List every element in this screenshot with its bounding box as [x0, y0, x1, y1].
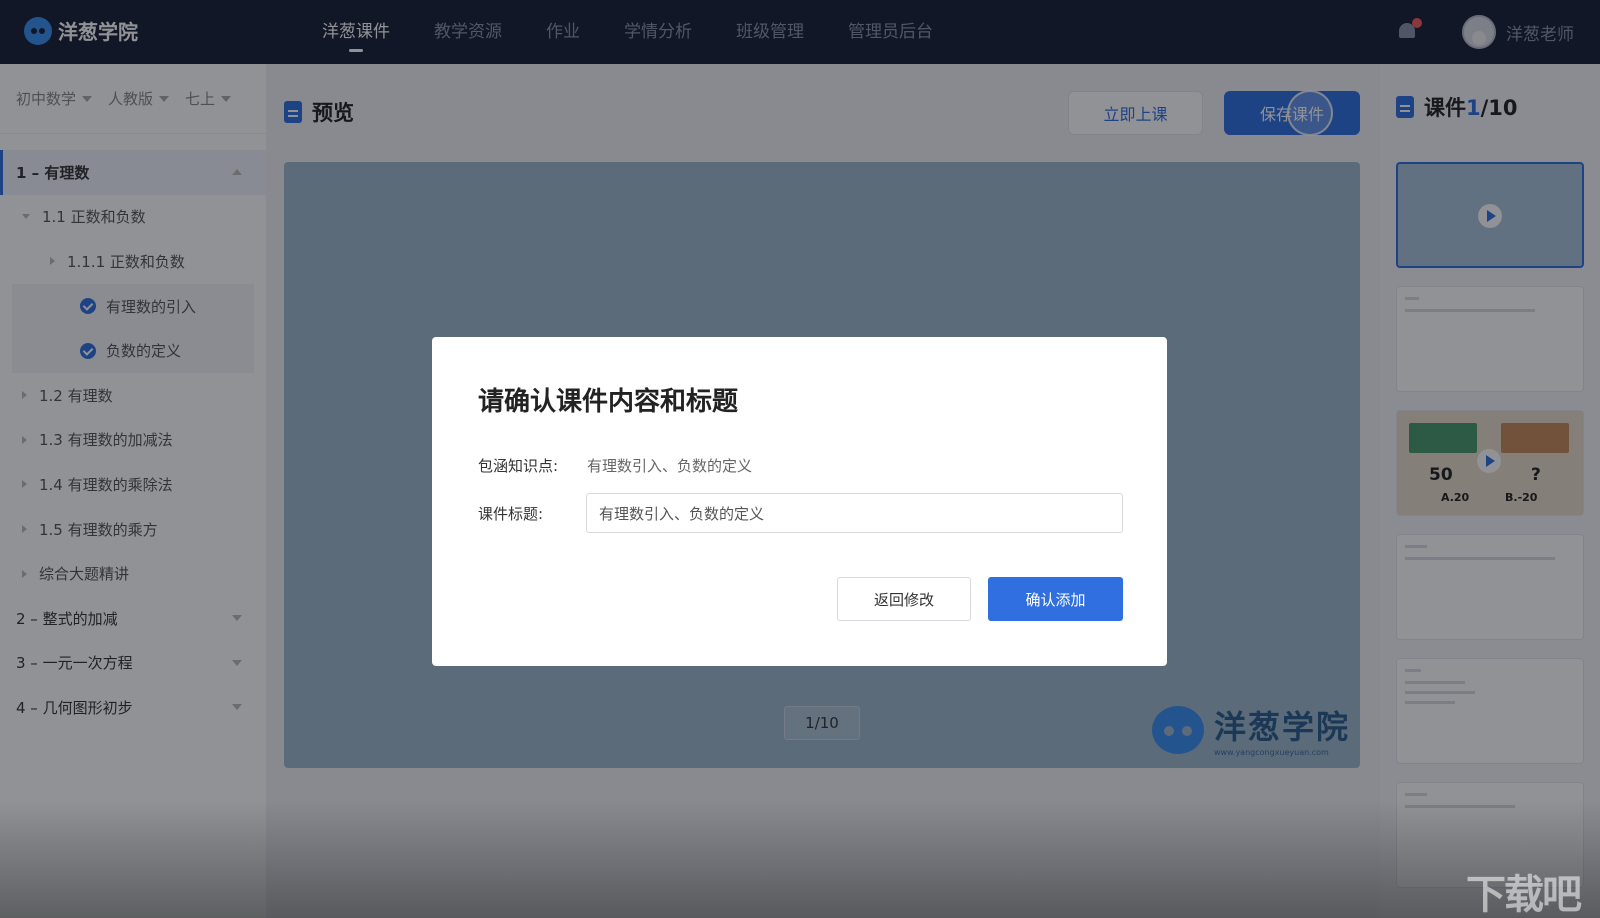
knowledge-points-value: 有理数引入、负数的定义	[587, 457, 753, 475]
dialog-title: 请确认课件内容和标题	[478, 387, 739, 417]
back-to-edit-button[interactable]: 返回修改	[837, 577, 971, 621]
confirm-add-button[interactable]: 确认添加	[988, 577, 1123, 621]
site-watermark: 下载吧	[1466, 872, 1582, 918]
courseware-title-label: 课件标题:	[478, 505, 544, 523]
courseware-title-input[interactable]	[586, 493, 1123, 533]
knowledge-points-label: 包涵知识点:	[478, 457, 559, 475]
confirm-courseware-dialog: 请确认课件内容和标题 包涵知识点: 有理数引入、负数的定义 课件标题: 返回修改…	[432, 337, 1167, 666]
